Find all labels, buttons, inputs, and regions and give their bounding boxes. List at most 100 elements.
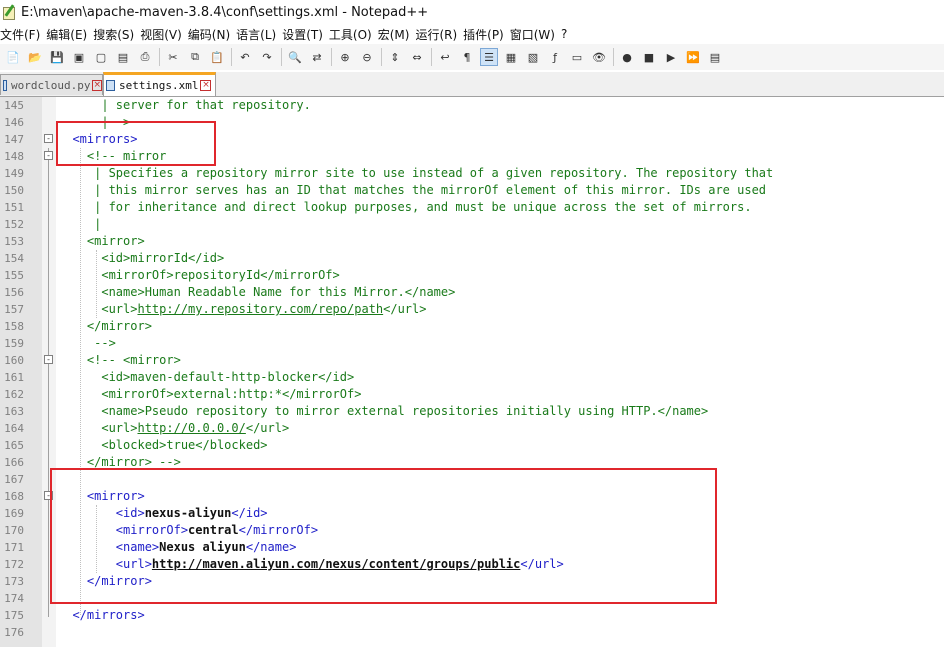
code-text: -->: [58, 335, 116, 352]
tab-settings-xml[interactable]: settings.xml ×: [103, 72, 216, 96]
code-line[interactable]: 158 </mirror>: [0, 318, 944, 335]
toolbar-separator: [281, 48, 282, 66]
indent-guide-icon[interactable]: ☰: [480, 48, 498, 66]
code-text: <url>http://my.repository.com/repo/path<…: [58, 301, 426, 318]
monitoring-icon[interactable]: 👁: [590, 48, 608, 66]
code-line[interactable]: 161 <id>maven-default-http-blocker</id>: [0, 369, 944, 386]
menu-item[interactable]: 搜索(S): [93, 26, 140, 43]
sync-vertical-icon[interactable]: ⇕: [386, 48, 404, 66]
cut-icon[interactable]: ✂: [164, 48, 182, 66]
sync-horizontal-icon[interactable]: ⇔: [408, 48, 426, 66]
line-number: 169: [4, 507, 24, 520]
code-line[interactable]: 175 </mirrors>: [0, 607, 944, 624]
print-icon[interactable]: ⎙: [136, 48, 154, 66]
replace-icon[interactable]: ⇄: [308, 48, 326, 66]
code-line[interactable]: 163 <name>Pseudo repository to mirror ex…: [0, 403, 944, 420]
save-icon[interactable]: 💾: [48, 48, 66, 66]
code-token: | this mirror serves has an ID that matc…: [58, 183, 767, 197]
code-token: -->: [58, 336, 116, 350]
find-icon[interactable]: 🔍: [286, 48, 304, 66]
word-wrap-icon[interactable]: ↩: [436, 48, 454, 66]
save-macro-icon[interactable]: ▤: [706, 48, 724, 66]
line-number: 160: [4, 354, 24, 367]
zoom-in-icon[interactable]: ⊕: [336, 48, 354, 66]
open-file-icon[interactable]: 📂: [26, 48, 44, 66]
code-line[interactable]: 149 | Specifies a repository mirror site…: [0, 165, 944, 182]
code-line[interactable]: 156 <name>Human Readable Name for this M…: [0, 284, 944, 301]
code-token: | for inheritance and direct lookup purp…: [58, 200, 752, 214]
notepad-app-icon: [2, 4, 16, 20]
code-line[interactable]: 155 <mirrorOf>repositoryId</mirrorOf>: [0, 267, 944, 284]
code-line[interactable]: 176: [0, 624, 944, 641]
play-macro-icon[interactable]: ▶: [662, 48, 680, 66]
code-token: <mirrorOf>external:http:*</mirrorOf>: [58, 387, 362, 401]
code-line[interactable]: 160 - <!-- <mirror>: [0, 352, 944, 369]
menu-item[interactable]: 视图(V): [140, 26, 188, 43]
fold-toggle-icon[interactable]: -: [44, 151, 53, 160]
zoom-out-icon[interactable]: ⊖: [358, 48, 376, 66]
menu-item[interactable]: 编辑(E): [46, 26, 93, 43]
close-tab-icon[interactable]: ×: [92, 79, 102, 91]
folder-workspace-icon[interactable]: ▭: [568, 48, 586, 66]
line-number: 171: [4, 541, 24, 554]
code-line[interactable]: 165 <blocked>true</blocked>: [0, 437, 944, 454]
close-all-icon[interactable]: ▤: [114, 48, 132, 66]
menu-item[interactable]: 宏(M): [378, 26, 416, 43]
menu-item[interactable]: 运行(R): [415, 26, 463, 43]
code-text: <url>http://0.0.0.0/</url>: [58, 420, 289, 437]
close-tab-icon[interactable]: ×: [200, 80, 212, 91]
highlight-box-mirrors-open: [56, 121, 216, 166]
stop-macro-icon[interactable]: ■: [640, 48, 658, 66]
code-token: <mirror>: [58, 234, 145, 248]
code-line[interactable]: 164 <url>http://0.0.0.0/</url>: [0, 420, 944, 437]
code-line[interactable]: 162 <mirrorOf>external:http:*</mirrorOf>: [0, 386, 944, 403]
save-all-icon[interactable]: ▣: [70, 48, 88, 66]
code-text: <blocked>true</blocked>: [58, 437, 267, 454]
line-number: 164: [4, 422, 24, 435]
undo-icon[interactable]: ↶: [236, 48, 254, 66]
udl-icon[interactable]: ▦: [502, 48, 520, 66]
fold-toggle-icon[interactable]: -: [44, 134, 53, 143]
code-line[interactable]: 153 <mirror>: [0, 233, 944, 250]
copy-icon[interactable]: ⧉: [186, 48, 204, 66]
code-line[interactable]: 154 <id>mirrorId</id>: [0, 250, 944, 267]
code-text: | for inheritance and direct lookup purp…: [58, 199, 752, 216]
code-text: <mirrorOf>repositoryId</mirrorOf>: [58, 267, 340, 284]
code-line[interactable]: 150 | this mirror serves has an ID that …: [0, 182, 944, 199]
code-token: <id>maven-default-http-blocker</id>: [58, 370, 355, 384]
tab-wordcloud[interactable]: wordcloud.py ×: [0, 74, 103, 95]
redo-icon[interactable]: ↷: [258, 48, 276, 66]
line-number: 176: [4, 626, 24, 639]
show-all-chars-icon[interactable]: ¶: [458, 48, 476, 66]
toolbar-separator: [331, 48, 332, 66]
editor-area[interactable]: 145 | server for that repository. 146 |--…: [0, 97, 944, 647]
doc-map-icon[interactable]: ▧: [524, 48, 542, 66]
code-text: <name>Pseudo repository to mirror extern…: [58, 403, 708, 420]
menu-item[interactable]: ?: [561, 27, 573, 41]
menu-item[interactable]: 插件(P): [463, 26, 510, 43]
close-icon[interactable]: ▢: [92, 48, 110, 66]
menu-item[interactable]: 设置(T): [282, 26, 329, 43]
function-list-icon[interactable]: ƒ: [546, 48, 564, 66]
line-number: 174: [4, 592, 24, 605]
code-line[interactable]: 152 |: [0, 216, 944, 233]
code-token: <mirrorOf>repositoryId</mirrorOf>: [58, 268, 340, 282]
code-line[interactable]: 159 -->: [0, 335, 944, 352]
line-number: 167: [4, 473, 24, 486]
fold-toggle-icon[interactable]: -: [44, 355, 53, 364]
code-line[interactable]: 151 | for inheritance and direct lookup …: [0, 199, 944, 216]
code-line[interactable]: 157 <url>http://my.repository.com/repo/p…: [0, 301, 944, 318]
toolbar-separator: [613, 48, 614, 66]
record-macro-icon[interactable]: ●: [618, 48, 636, 66]
menu-item[interactable]: 编码(N): [188, 26, 236, 43]
menu-item[interactable]: 文件(F): [0, 26, 46, 43]
run-macro-multiple-icon[interactable]: ⏩: [684, 48, 702, 66]
menu-item[interactable]: 工具(O): [329, 26, 378, 43]
code-line[interactable]: 145 | server for that repository.: [0, 97, 944, 114]
paste-icon[interactable]: 📋: [208, 48, 226, 66]
menu-item[interactable]: 语言(L): [236, 26, 282, 43]
line-number: 159: [4, 337, 24, 350]
new-file-icon[interactable]: 📄: [4, 48, 22, 66]
menu-item[interactable]: 窗口(W): [510, 26, 561, 43]
